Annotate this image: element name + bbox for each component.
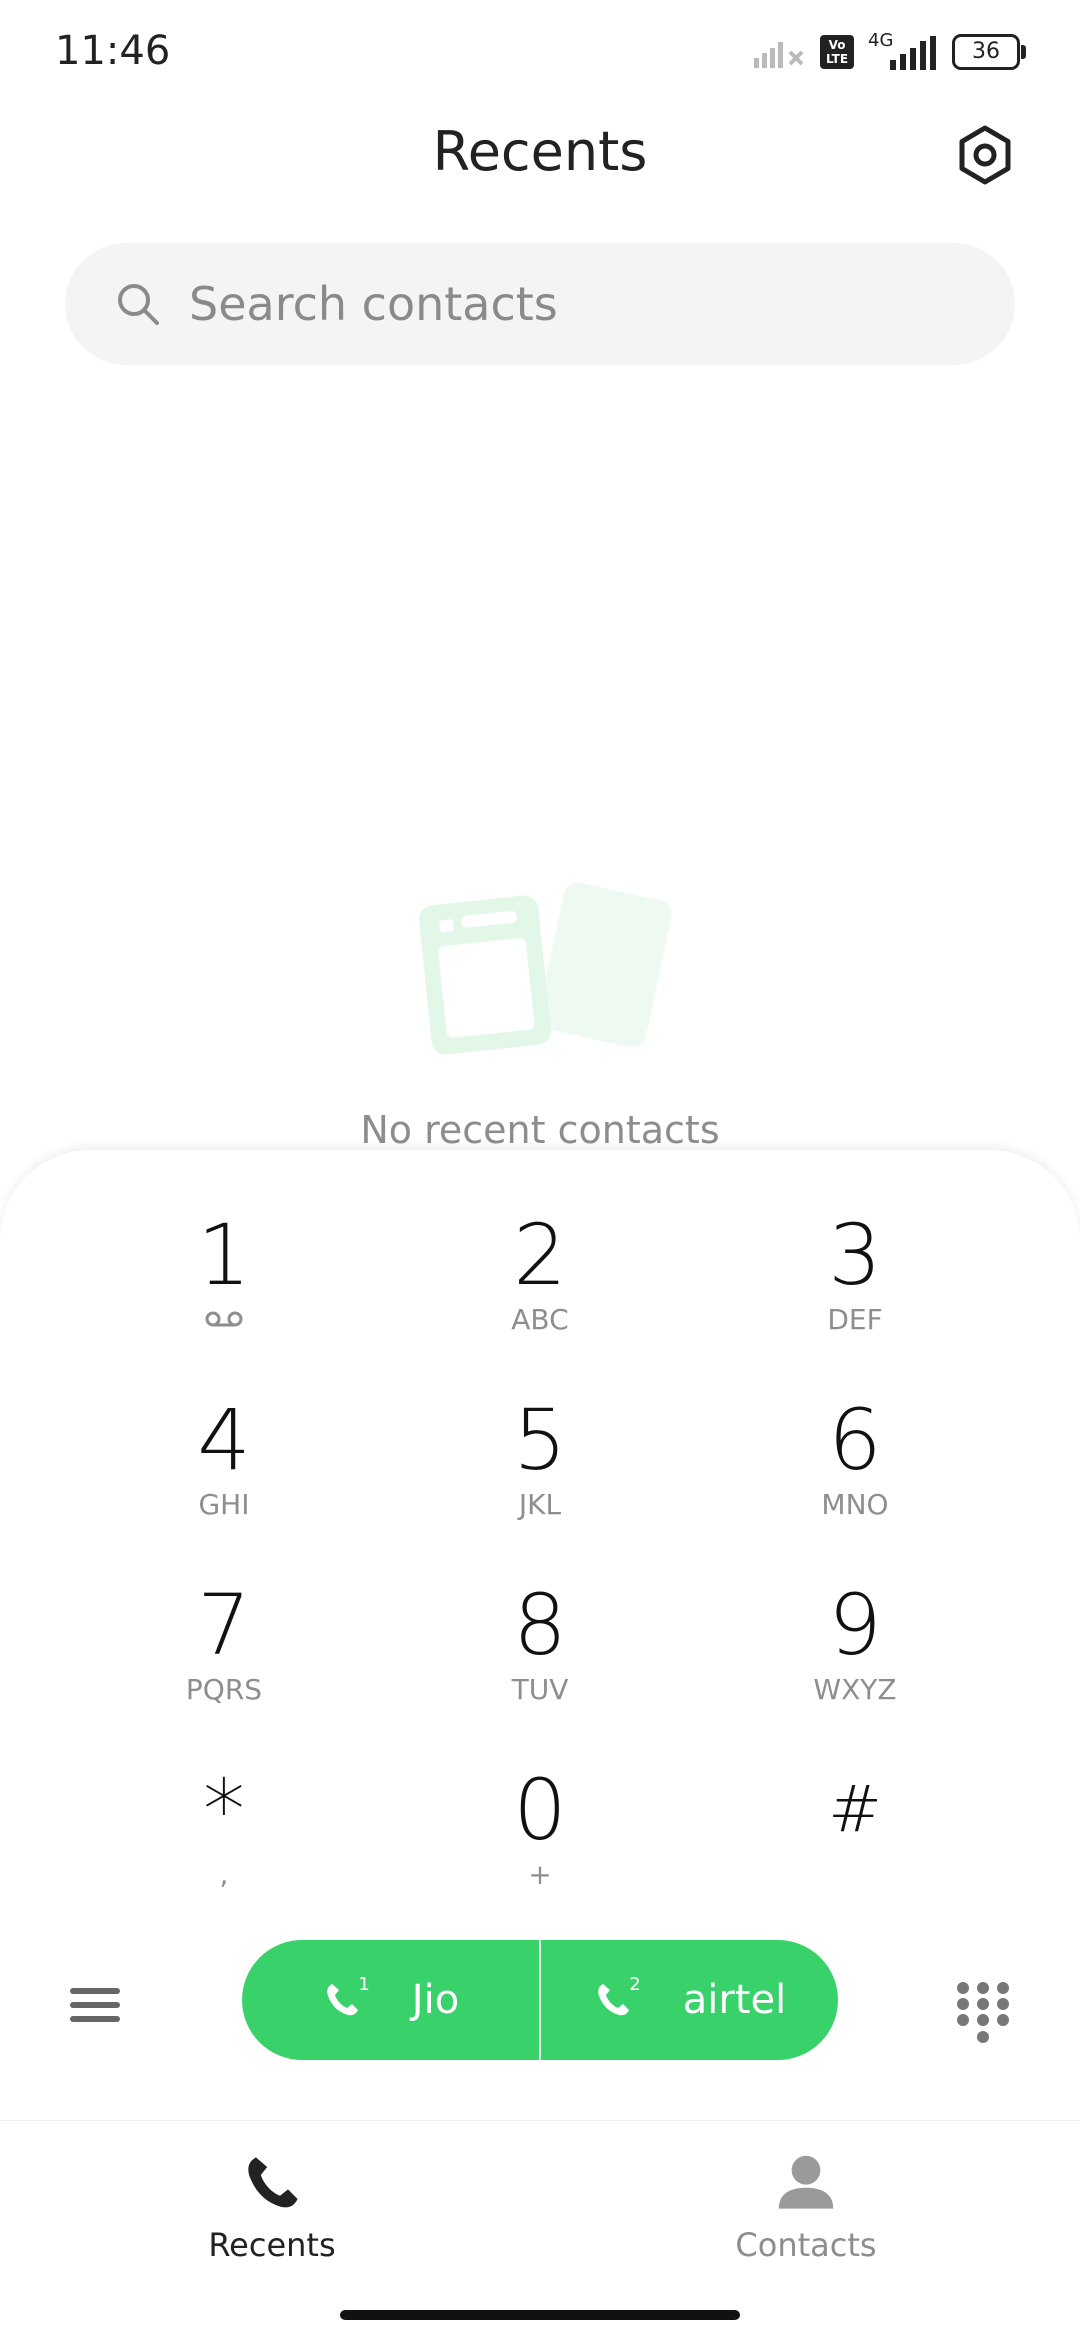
- key-2[interactable]: 2 ABC: [390, 1210, 690, 1380]
- home-indicator: [340, 2310, 740, 2320]
- sim1-index: 1: [358, 1974, 370, 1995]
- key-digit: 0: [513, 1761, 567, 1859]
- sim2-index: 2: [629, 1974, 641, 1995]
- key-3[interactable]: 3 DEF: [705, 1210, 1005, 1380]
- nav-recents[interactable]: Recents: [142, 2151, 402, 2264]
- nav-recents-label: Recents: [208, 2226, 336, 2264]
- status-time: 11:46: [55, 28, 171, 74]
- key-digit: 3: [828, 1206, 882, 1304]
- menu-icon: [70, 1988, 130, 2022]
- key-7[interactable]: 7 PQRS: [74, 1580, 374, 1750]
- key-letters: ,: [219, 1858, 229, 1891]
- key-digit: *: [203, 1761, 245, 1859]
- key-hash[interactable]: #: [705, 1765, 1005, 1935]
- key-digit: #: [828, 1773, 882, 1847]
- key-1[interactable]: 1: [74, 1210, 374, 1380]
- key-5[interactable]: 5 JKL: [390, 1395, 690, 1565]
- key-0[interactable]: 0 +: [390, 1765, 690, 1935]
- call-buttons: 1 Jio 2 airtel: [242, 1940, 838, 2060]
- search-bar[interactable]: Search contacts: [65, 243, 1015, 365]
- key-star[interactable]: * ,: [74, 1765, 374, 1935]
- voicemail-icon: [74, 1300, 374, 1340]
- key-digit: 4: [197, 1391, 251, 1489]
- signal-off-icon: [754, 42, 804, 68]
- key-digit: 7: [197, 1576, 251, 1674]
- key-letters: +: [528, 1858, 552, 1891]
- phone-icon: [248, 2157, 298, 2208]
- status-bar: 11:46 Vo LTE 4G 36: [0, 0, 1080, 100]
- bottom-nav: Recents Contacts: [0, 2120, 1080, 2341]
- battery-indicator: 36: [952, 34, 1026, 70]
- search-icon: [118, 284, 159, 325]
- empty-state-text: No recent contacts: [360, 1108, 720, 1152]
- key-digit: 2: [513, 1206, 567, 1304]
- key-digit: 1: [197, 1206, 251, 1304]
- settings-icon: [959, 125, 1011, 185]
- key-letters: DEF: [827, 1303, 883, 1336]
- person-icon: [778, 2155, 834, 2209]
- settings-button[interactable]: [950, 120, 1020, 190]
- key-letters: MNO: [821, 1488, 889, 1521]
- key-9[interactable]: 9 WXYZ: [705, 1580, 1005, 1750]
- keypad-icon: [957, 1982, 1009, 2043]
- call-sim1-button[interactable]: 1 Jio: [242, 1940, 539, 2060]
- key-letters: GHI: [198, 1488, 250, 1521]
- search-input[interactable]: Search contacts: [189, 277, 558, 331]
- key-letters: ABC: [511, 1303, 569, 1336]
- sim1-label: Jio: [411, 1977, 460, 2023]
- key-6[interactable]: 6 MNO: [705, 1395, 1005, 1565]
- key-letters: TUV: [511, 1673, 569, 1706]
- key-letters: PQRS: [185, 1673, 263, 1706]
- empty-recents-illustration: [418, 882, 672, 1055]
- key-digit: 5: [513, 1391, 567, 1489]
- sim2-label: airtel: [682, 1977, 787, 2023]
- phone-sim2-icon: 2: [593, 1974, 641, 2020]
- nav-contacts-label: Contacts: [735, 2226, 877, 2264]
- menu-button[interactable]: [70, 1980, 130, 2040]
- key-letters: JKL: [518, 1488, 562, 1521]
- volte-icon: Vo LTE: [820, 35, 854, 69]
- phone-sim1-icon: 1: [322, 1974, 370, 2020]
- key-8[interactable]: 8 TUV: [390, 1580, 690, 1750]
- key-digit: 8: [513, 1576, 567, 1674]
- key-digit: 9: [828, 1576, 882, 1674]
- nav-contacts[interactable]: Contacts: [676, 2151, 936, 2264]
- page-title: Recents: [432, 120, 648, 183]
- key-digit: 6: [828, 1391, 882, 1489]
- key-4[interactable]: 4 GHI: [74, 1395, 374, 1565]
- status-icons: Vo LTE 4G 36: [754, 30, 1026, 74]
- key-letters: WXYZ: [813, 1673, 897, 1706]
- cellular-4g-icon: 4G: [868, 30, 938, 70]
- keypad-toggle-button[interactable]: [955, 1980, 1011, 2046]
- call-sim2-button[interactable]: 2 airtel: [541, 1940, 838, 2060]
